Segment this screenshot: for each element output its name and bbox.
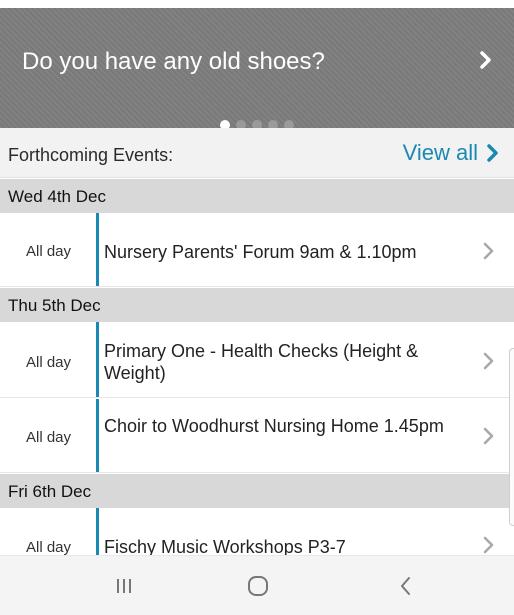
home-button[interactable] <box>238 570 278 602</box>
banner-next-button[interactable] <box>472 46 500 74</box>
view-all-button[interactable]: View all <box>403 140 500 166</box>
event-timeline-bar <box>96 213 99 286</box>
chevron-right-icon <box>483 352 494 370</box>
edge-panel-handle[interactable] <box>509 348 514 526</box>
chevron-right-icon <box>480 51 491 69</box>
event-time: All day <box>26 539 72 556</box>
event-row[interactable]: All day Primary One - Health Checks (Hei… <box>0 322 514 398</box>
event-time: All day <box>26 243 72 260</box>
recent-apps-button[interactable] <box>104 570 144 602</box>
chevron-right-icon <box>487 144 498 162</box>
recent-apps-icon <box>117 579 131 593</box>
event-title: Nursery Parents' Forum 9am & 1.10pm <box>104 242 417 262</box>
event-title: Primary One - Health Checks (Height & We… <box>104 341 419 383</box>
event-row[interactable]: All day Nursery Parents' Forum 9am & 1.1… <box>0 213 514 287</box>
view-all-label: View all <box>402 140 478 165</box>
event-time: All day <box>26 354 72 371</box>
back-icon <box>401 577 410 595</box>
event-timeline-bar <box>96 508 99 555</box>
events-header: Forthcoming Events: View all <box>0 128 514 178</box>
event-timeline-bar <box>96 399 99 472</box>
date-header: Thu 5th Dec <box>0 288 514 322</box>
date-header: Fri 6th Dec <box>0 474 514 508</box>
system-nav-bar <box>0 555 514 615</box>
event-row[interactable]: All day Choir to Woodhurst Nursing Home … <box>0 399 514 473</box>
home-icon <box>248 576 268 596</box>
chevron-right-icon <box>483 427 494 445</box>
event-time: All day <box>26 429 72 446</box>
event-timeline-bar <box>96 322 99 397</box>
date-header: Wed 4th Dec <box>0 179 514 213</box>
chevron-right-icon <box>483 536 494 554</box>
promo-banner[interactable]: Do you have any old shoes? <box>0 8 514 130</box>
back-button[interactable] <box>386 570 426 602</box>
chevron-right-icon <box>483 242 494 260</box>
events-header-label: Forthcoming Events: <box>8 145 174 165</box>
event-title: Choir to Woodhurst Nursing Home 1.45pm <box>104 416 444 436</box>
banner-title: Do you have any old shoes? <box>22 48 325 75</box>
event-row[interactable]: All day Fischy Music Workshops P3-7 <box>0 508 514 557</box>
